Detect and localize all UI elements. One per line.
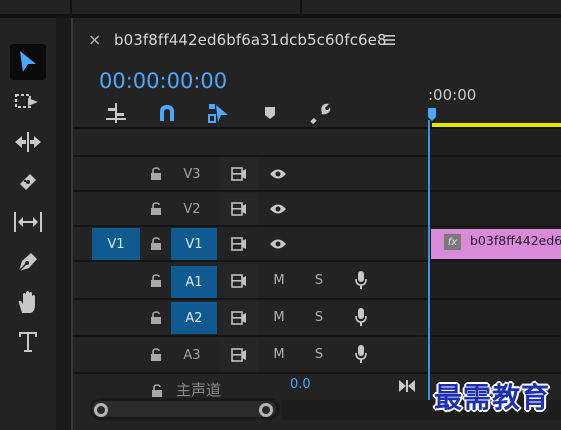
master-volume-value[interactable]: 0.0 [290,376,311,394]
timeline-settings-button[interactable] [306,99,334,127]
track-select-icon [15,94,38,108]
go-to-end-icon[interactable] [396,376,418,396]
mute-button[interactable]: M [267,305,291,329]
mute-button[interactable]: M [267,268,291,292]
magnet-icon [160,105,174,121]
track-row-a3: A3 M S [73,337,428,374]
solo-button[interactable]: S [307,342,331,366]
playhead-handle-icon[interactable] [427,108,437,122]
zoom-handle-right[interactable] [259,403,273,417]
arrow-icon [20,51,36,72]
fx-badge[interactable]: fx [444,234,461,250]
insert-nest-button[interactable] [102,99,130,127]
track-row-v3: V3 [73,157,428,192]
microphone-icon[interactable] [349,304,373,330]
upper-panel-strip [0,0,561,18]
clip-name: b03f8ff442ed6 [470,233,561,248]
lock-icon[interactable] [145,233,167,255]
playhead-timecode[interactable]: 00:00:00:00 [99,68,227,94]
master-track-label: 主声道 [176,381,222,399]
track-label-a1[interactable]: A1 [171,266,217,298]
lock-icon[interactable] [145,344,167,366]
track-label-v3[interactable]: V3 [171,158,213,190]
tools-panel [0,18,56,430]
zoom-scrollbar-thumb[interactable] [92,401,276,417]
close-icon[interactable]: × [88,30,102,50]
type-icon [19,332,37,352]
hand-icon [18,291,35,313]
track-lane-a1[interactable] [430,262,561,300]
selection-tool[interactable] [10,44,46,80]
pen-tool[interactable] [10,244,46,280]
track-row-v2: V2 [73,192,428,227]
track-row-v1: V1 V1 [73,227,428,262]
sync-lock-button[interactable] [220,301,258,335]
track-label-a2[interactable]: A2 [171,302,217,334]
marker-icon [265,107,275,119]
razor-tool[interactable] [10,164,46,200]
eye-icon[interactable] [265,163,291,185]
track-label-v1[interactable]: V1 [171,228,217,260]
hand-tool[interactable] [10,284,46,320]
linked-selection-toggle[interactable] [204,99,232,127]
sync-lock-button[interactable] [220,264,258,298]
type-tool[interactable] [10,324,46,360]
sync-lock-button[interactable] [220,228,258,260]
snap-toggle[interactable] [153,99,181,127]
wrench-icon [310,103,331,124]
lock-icon[interactable] [145,270,167,292]
filmstrip-icon [231,274,246,288]
razor-icon [20,174,36,190]
slip-icon [14,212,42,232]
linked-selection-icon [208,104,228,123]
sync-lock-button[interactable] [220,193,258,225]
solo-button[interactable]: S [307,268,331,292]
source-patch-v1[interactable]: V1 [92,228,140,260]
eye-icon[interactable] [265,198,291,220]
lock-icon[interactable] [145,198,167,220]
ruler-time-label: :00:00 [428,86,477,104]
ripple-edit-icon [15,132,41,152]
track-lane-a2[interactable] [430,300,561,337]
track-header-spacer [73,129,428,157]
track-lane-v2[interactable] [430,192,561,227]
nest-sequence-icon [106,103,126,123]
track-row-a2: A2 M S [73,300,428,337]
mute-button[interactable]: M [267,342,291,366]
watermark: 最需教育 [434,381,551,414]
sync-lock-button[interactable] [220,338,258,372]
eye-icon[interactable] [265,233,291,255]
lock-icon[interactable] [145,307,167,329]
panel-menu-icon[interactable] [383,34,395,46]
track-row-a1: A1 M S [73,262,428,300]
track-lane-spacer [430,129,561,157]
add-marker-button[interactable] [256,99,284,127]
filmstrip-icon [231,348,246,362]
microphone-icon[interactable] [349,341,373,367]
slip-tool[interactable] [10,204,46,240]
filmstrip-icon [231,311,246,325]
ripple-edit-tool[interactable] [10,124,46,160]
lock-icon[interactable] [145,163,167,185]
track-select-tool[interactable] [10,84,46,120]
microphone-icon[interactable] [349,267,373,293]
pen-icon [18,253,37,272]
sync-lock-button[interactable] [220,158,258,190]
playhead-line[interactable] [428,120,430,410]
track-lane-a3[interactable] [430,337,561,374]
zoom-handle-left[interactable] [94,403,108,417]
filmstrip-icon [231,167,246,181]
solo-button[interactable]: S [307,305,331,329]
filmstrip-icon [231,237,246,251]
sequence-tab-title[interactable]: b03f8ff442ed6bf6a31dcb5c60fc6e8 [114,30,387,50]
panel-gutter [56,18,71,430]
filmstrip-icon [231,202,246,216]
track-lane-v3[interactable] [430,157,561,192]
track-label-v2[interactable]: V2 [171,193,213,225]
track-label-a3[interactable]: A3 [171,339,213,371]
